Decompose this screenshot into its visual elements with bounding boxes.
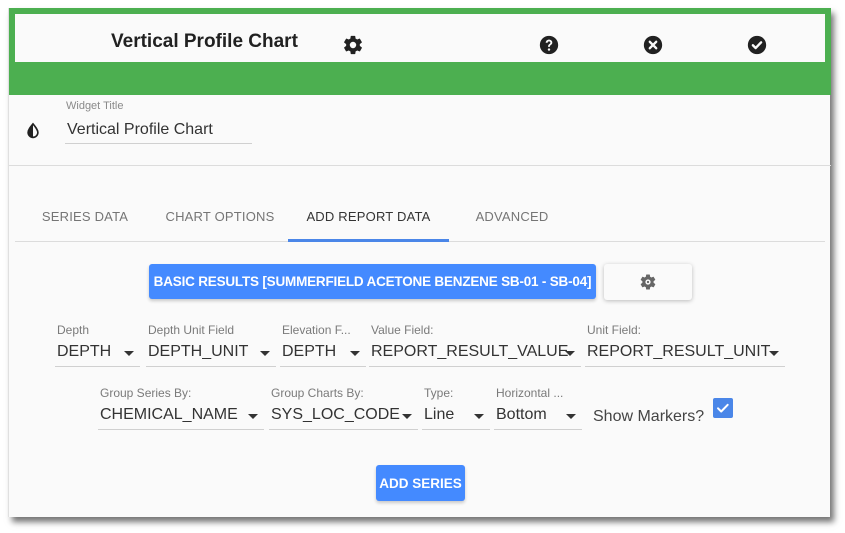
depth-select[interactable]: DEPTH (55, 340, 140, 367)
group-series-select[interactable]: CHEMICAL_NAME (98, 403, 264, 430)
elevation-label: Elevation F... (282, 323, 351, 337)
add-series-button[interactable]: ADD SERIES (376, 465, 465, 501)
dropdown-arrow-icon (566, 414, 576, 419)
value-field-label: Value Field: (371, 323, 434, 337)
unit-field-label: Unit Field: (587, 323, 642, 337)
dialog-header: Vertical Profile Chart (9, 8, 831, 95)
dropdown-arrow-icon (248, 414, 258, 419)
show-markers-checkbox[interactable] (713, 398, 733, 418)
dropdown-arrow-icon (260, 351, 270, 356)
widget-title-section: Widget Title (9, 95, 831, 166)
value-field-select[interactable]: REPORT_RESULT_VALUE (369, 340, 581, 367)
tab-advanced[interactable]: ADVANCED (467, 198, 557, 241)
dialog-title: Vertical Profile Chart (111, 31, 298, 52)
check-circle-icon[interactable] (746, 34, 768, 56)
header-bar: Vertical Profile Chart (15, 14, 825, 62)
dropdown-arrow-icon (124, 351, 134, 356)
tab-chart-options[interactable]: CHART OPTIONS (161, 198, 279, 241)
horizontal-select[interactable]: Bottom (494, 403, 582, 430)
tab-bar: SERIES DATA CHART OPTIONS ADD REPORT DAT… (15, 198, 825, 242)
unit-field-select[interactable]: REPORT_RESULT_UNIT (585, 340, 785, 367)
depth-label: Depth (57, 323, 90, 337)
close-circle-icon[interactable] (642, 34, 664, 56)
widget-settings-dialog: Vertical Profile Chart Widget Title SERI… (8, 8, 831, 517)
elevation-select[interactable]: DEPTH (280, 340, 366, 367)
group-series-label: Group Series By: (100, 386, 192, 400)
report-select-button[interactable]: BASIC RESULTS [SUMMERFIELD ACETONE BENZE… (149, 264, 596, 299)
group-charts-select[interactable]: SYS_LOC_CODE (269, 403, 418, 430)
tab-add-report-data[interactable]: ADD REPORT DATA (288, 198, 449, 242)
dropdown-arrow-icon (565, 351, 575, 356)
contrast-icon (24, 122, 42, 140)
gear-icon[interactable] (342, 34, 364, 56)
depth-unit-label: Depth Unit Field (148, 323, 235, 337)
depth-unit-select[interactable]: DEPTH_UNIT (146, 340, 276, 367)
tab-series-data[interactable]: SERIES DATA (33, 198, 137, 241)
type-label: Type: (424, 386, 454, 400)
gear-icon (604, 273, 692, 291)
type-select[interactable]: Line (422, 403, 490, 430)
widget-title-input[interactable] (65, 116, 252, 144)
report-settings-button[interactable] (604, 264, 692, 300)
dropdown-arrow-icon (350, 351, 360, 356)
show-markers-label: Show Markers? (593, 408, 705, 425)
horizontal-label: Horizontal ... (496, 386, 564, 400)
checkmark-icon (717, 403, 729, 413)
dropdown-arrow-icon (474, 414, 484, 419)
help-circle-icon[interactable] (538, 34, 560, 56)
widget-title-label: Widget Title (66, 100, 124, 112)
dropdown-arrow-icon (769, 351, 779, 356)
dropdown-arrow-icon (402, 414, 412, 419)
group-charts-label: Group Charts By: (271, 386, 364, 400)
